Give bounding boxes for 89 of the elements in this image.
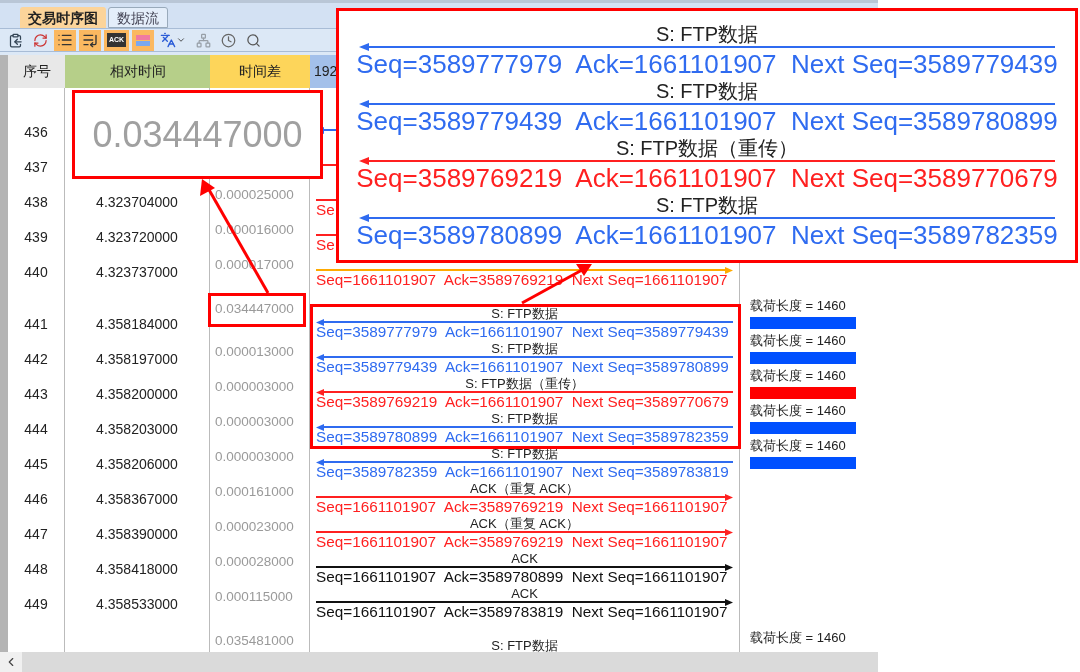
relative-time: 4.358203000 <box>96 420 178 439</box>
time-delta: 0.000161000 <box>215 485 294 499</box>
row-number: 449 <box>24 595 48 614</box>
message-details: Seq=3589779439 Ack=1661101907 Next Seq=3589780899 <box>316 359 729 374</box>
row-number: 442 <box>24 350 48 369</box>
list-icon <box>57 32 73 48</box>
callout-message-label: S: FTP数据 <box>655 79 759 103</box>
relative-time: 4.358184000 <box>96 315 178 334</box>
message-details: Seq=3589777979 Ack=1661101907 Next Seq=3589779439 <box>316 324 729 339</box>
column-header[interactable]: 时间差 <box>210 55 310 88</box>
message-details: Seq=1661101907 Ack=3589769219 Next Seq=1661101907 <box>316 499 728 514</box>
search-icon <box>245 32 261 48</box>
message-label: S: FTP数据 <box>491 412 558 426</box>
callout-message-details: Seq=3589777979 Ack=1661101907 Next Seq=3589779439 <box>356 50 1058 78</box>
time-delta: 0.000025000 <box>215 188 294 202</box>
tab[interactable]: 数据流 <box>108 7 168 28</box>
time-delta: 0.000023000 <box>215 520 294 534</box>
time-delta: 0.034447000 <box>215 302 294 316</box>
row-number: 441 <box>24 315 48 334</box>
message-details: Seq=3589782359 Ack=1661101907 Next Seq=3589783819 <box>316 464 729 479</box>
payload-length: 载荷长度 = 1460 <box>750 439 846 453</box>
callout-message-details: Seq=3589780899 Ack=1661101907 Next Seq=3589782359 <box>356 221 1058 249</box>
list-arrow-icon <box>82 32 98 48</box>
message-label: S: FTP数据 <box>491 342 558 356</box>
row-number: 439 <box>24 228 48 247</box>
toolbar-button[interactable] <box>54 29 76 51</box>
message-label: ACK <box>511 552 538 566</box>
relative-time: 4.358206000 <box>96 455 178 474</box>
relative-time: 4.358533000 <box>96 595 178 614</box>
row-number: 446 <box>24 490 48 509</box>
color-bars-icon <box>135 33 152 47</box>
message-label: S: FTP数据 <box>491 307 558 321</box>
message-label: S: FTP数据（重传） <box>465 377 584 391</box>
payload-length: 载荷长度 = 1460 <box>750 369 846 383</box>
row-number: 436 <box>24 123 48 142</box>
scrollbar-thumb[interactable] <box>22 652 878 672</box>
time-delta: 0.000013000 <box>215 345 294 359</box>
row-number: 443 <box>24 385 48 404</box>
callout-message-label: S: FTP数据 <box>655 193 759 217</box>
payload-length: 载荷长度 = 1460 <box>750 334 846 348</box>
payload-length: 载荷长度 = 1460 <box>750 404 846 418</box>
message-details: Se <box>316 202 335 217</box>
row-number: 444 <box>24 420 48 439</box>
message-label: S: FTP数据 <box>491 639 558 652</box>
tree-icon <box>195 32 211 48</box>
message-label: ACK（重复 ACK） <box>469 482 580 496</box>
time-delta: 0.000028000 <box>215 555 294 569</box>
relative-time: 4.358367000 <box>96 490 178 509</box>
message-label: ACK（重复 ACK） <box>469 517 580 531</box>
clock-icon <box>220 32 236 48</box>
copy-icon <box>7 32 23 48</box>
relative-time: 4.358418000 <box>96 560 178 579</box>
message-details: Seq=3589780899 Ack=1661101907 Next Seq=3589782359 <box>316 429 729 444</box>
time-delta: 0.000003000 <box>215 380 294 394</box>
relative-time: 4.358197000 <box>96 350 178 369</box>
row-number: 440 <box>24 263 48 282</box>
message-details: Seq=3589769219 Ack=1661101907 Next Seq=3589770679 <box>316 394 729 409</box>
callout-message-label: S: FTP数据（重传） <box>615 136 799 160</box>
payload-length: 载荷长度 = 1460 <box>750 631 846 645</box>
time-delta: 0.000003000 <box>215 415 294 429</box>
message-details: Seq=1661101907 Ack=3589780899 Next Seq=1661101907 <box>316 569 728 584</box>
column-header[interactable]: 序号 <box>8 55 65 88</box>
row-number: 447 <box>24 525 48 544</box>
message-label: ACK <box>511 587 538 601</box>
refresh-icon <box>32 32 48 48</box>
time-delta: 0.000003000 <box>215 450 294 464</box>
row-number: 438 <box>24 193 48 212</box>
message-details: Seq=1661101907 Ack=3589783819 Next Seq=1661101907 <box>316 604 728 619</box>
row-number: 448 <box>24 560 48 579</box>
relative-time: 4.323720000 <box>96 228 178 247</box>
callout-message-label: S: FTP数据 <box>655 22 759 46</box>
relative-time: 4.323704000 <box>96 193 178 212</box>
toolbar-button[interactable] <box>79 29 101 51</box>
payload-length: 载荷长度 = 1460 <box>750 299 846 313</box>
time-delta: 0.000115000 <box>215 590 293 604</box>
relative-time: 4.358200000 <box>96 385 178 404</box>
tab[interactable]: 交易时序图 <box>20 7 106 28</box>
message-details: Seq=1661101907 Ack=3589769219 Next Seq=1661101907 <box>316 534 728 549</box>
callout-message-details: Seq=3589779439 Ack=1661101907 Next Seq=3589780899 <box>356 107 1058 135</box>
callout-time-delta: 0.034447000 <box>92 114 303 155</box>
callout-message-details: Seq=3589769219 Ack=1661101907 Next Seq=3589770679 <box>356 164 1058 192</box>
row-number: 445 <box>24 455 48 474</box>
row-number: 437 <box>24 158 48 177</box>
relative-time: 4.358390000 <box>96 525 178 544</box>
column-header[interactable]: 相对时间 <box>65 55 210 88</box>
time-delta: 0.035481000 <box>215 634 294 648</box>
relative-time: 4.323737000 <box>96 263 178 282</box>
message-details: Se <box>316 237 335 252</box>
message-details: Seq=1661101907 Ack=3589769219 Next Seq=1661101907 <box>316 272 728 287</box>
